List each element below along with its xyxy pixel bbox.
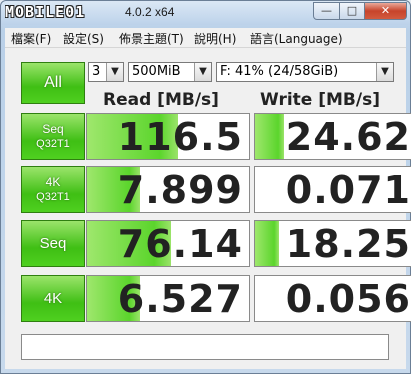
row-sublabel: Q32T1 [36, 191, 70, 203]
seq-write-cell: 18.25 [254, 220, 411, 267]
menu-theme[interactable]: 佈景主題(T) [119, 30, 184, 47]
write-header: Write [MB/s] [260, 90, 380, 110]
read-value: 116.5 [117, 115, 243, 159]
minimize-button[interactable]: — [313, 2, 340, 20]
title-bar[interactable]: MOBILE01 4.0.2 x64 — □ ✕ [1, 1, 410, 25]
read-value: 6.527 [117, 277, 243, 321]
write-value: 0.071 [285, 168, 411, 212]
all-button[interactable]: All [21, 62, 85, 104]
write-value: 0.056 [285, 277, 411, 321]
4k-q32t1-write-cell: 0.071 [254, 166, 411, 213]
close-button[interactable]: ✕ [364, 2, 407, 20]
write-bar [255, 114, 285, 159]
seq-q32t1-read-cell: 116.5 [86, 113, 250, 160]
menu-settings[interactable]: 設定(S) [63, 30, 104, 47]
read-value: 7.899 [117, 168, 243, 212]
app-window: MOBILE01 4.0.2 x64 — □ ✕ 檔案(F) 設定(S) 佈景主… [0, 0, 411, 374]
menu-help[interactable]: 說明(H) [194, 30, 236, 47]
seq-q32t1-button[interactable]: Seq Q32T1 [21, 113, 85, 160]
drive-value: F: 41% (24/58GiB) [220, 64, 339, 79]
chevron-down-icon: ▼ [376, 63, 393, 81]
row-label: 4K [43, 290, 63, 307]
main-panel: All 3 ▼ 500MiB ▼ F: 41% (24/58GiB) ▼ Rea… [5, 48, 411, 369]
runs-select[interactable]: 3 ▼ [88, 62, 124, 82]
write-value: 18.25 [285, 222, 411, 266]
size-value: 500MiB [132, 64, 181, 79]
chevron-down-icon: ▼ [194, 63, 211, 81]
menu-bar: 檔案(F) 設定(S) 佈景主題(T) 說明(H) 語言(Language) [5, 28, 406, 48]
runs-value: 3 [92, 64, 101, 79]
row-label: 4K [45, 175, 61, 189]
row-label: Seq [39, 235, 67, 252]
seq-q32t1-write-cell: 24.62 [254, 113, 411, 160]
seq-button[interactable]: Seq [21, 220, 85, 267]
menu-file[interactable]: 檔案(F) [11, 30, 51, 47]
4k-q32t1-button[interactable]: 4K Q32T1 [21, 166, 85, 213]
4k-button[interactable]: 4K [21, 275, 85, 322]
write-value: 24.62 [285, 115, 411, 159]
row-sublabel: Q32T1 [36, 138, 70, 150]
chevron-down-icon: ▼ [106, 63, 123, 81]
read-header: Read [MB/s] [103, 90, 219, 110]
drive-select[interactable]: F: 41% (24/58GiB) ▼ [216, 62, 394, 82]
4k-q32t1-read-cell: 7.899 [86, 166, 250, 213]
read-value: 76.14 [117, 222, 243, 266]
comment-field[interactable] [21, 334, 389, 360]
4k-write-cell: 0.056 [254, 275, 411, 322]
size-select[interactable]: 500MiB ▼ [128, 62, 212, 82]
write-bar [255, 221, 280, 266]
mobile01-logo: MOBILE01 [5, 3, 86, 21]
window-title: 4.0.2 x64 [125, 5, 175, 19]
maximize-button[interactable]: □ [339, 2, 365, 20]
row-label: Seq [42, 122, 64, 136]
seq-read-cell: 76.14 [86, 220, 250, 267]
4k-read-cell: 6.527 [86, 275, 250, 322]
menu-language[interactable]: 語言(Language) [250, 30, 343, 47]
